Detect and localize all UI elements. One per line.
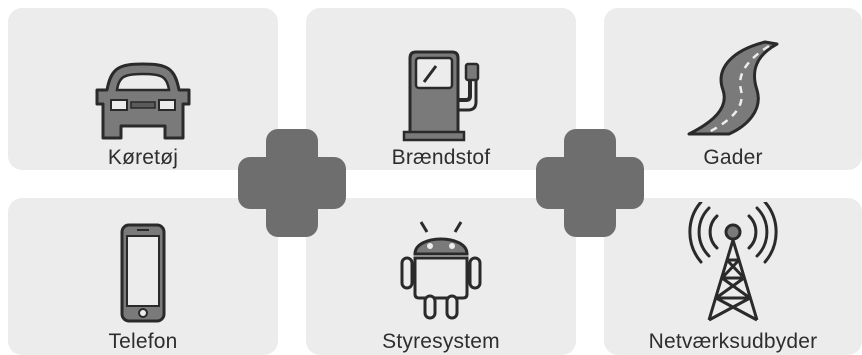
android-icon (399, 220, 483, 322)
fuel-pump-icon (396, 50, 486, 142)
car-icon (89, 60, 197, 142)
plus-icon (536, 129, 644, 237)
tile-label-os: Styresystem (382, 330, 500, 353)
tile-label-network: Netværksudbyder (648, 330, 818, 353)
tile-label-phone: Telefon (108, 330, 178, 353)
plus-icon (238, 129, 346, 237)
road-icon (685, 38, 781, 138)
cell-tower-icon (677, 202, 789, 322)
smartphone-icon (119, 222, 167, 324)
